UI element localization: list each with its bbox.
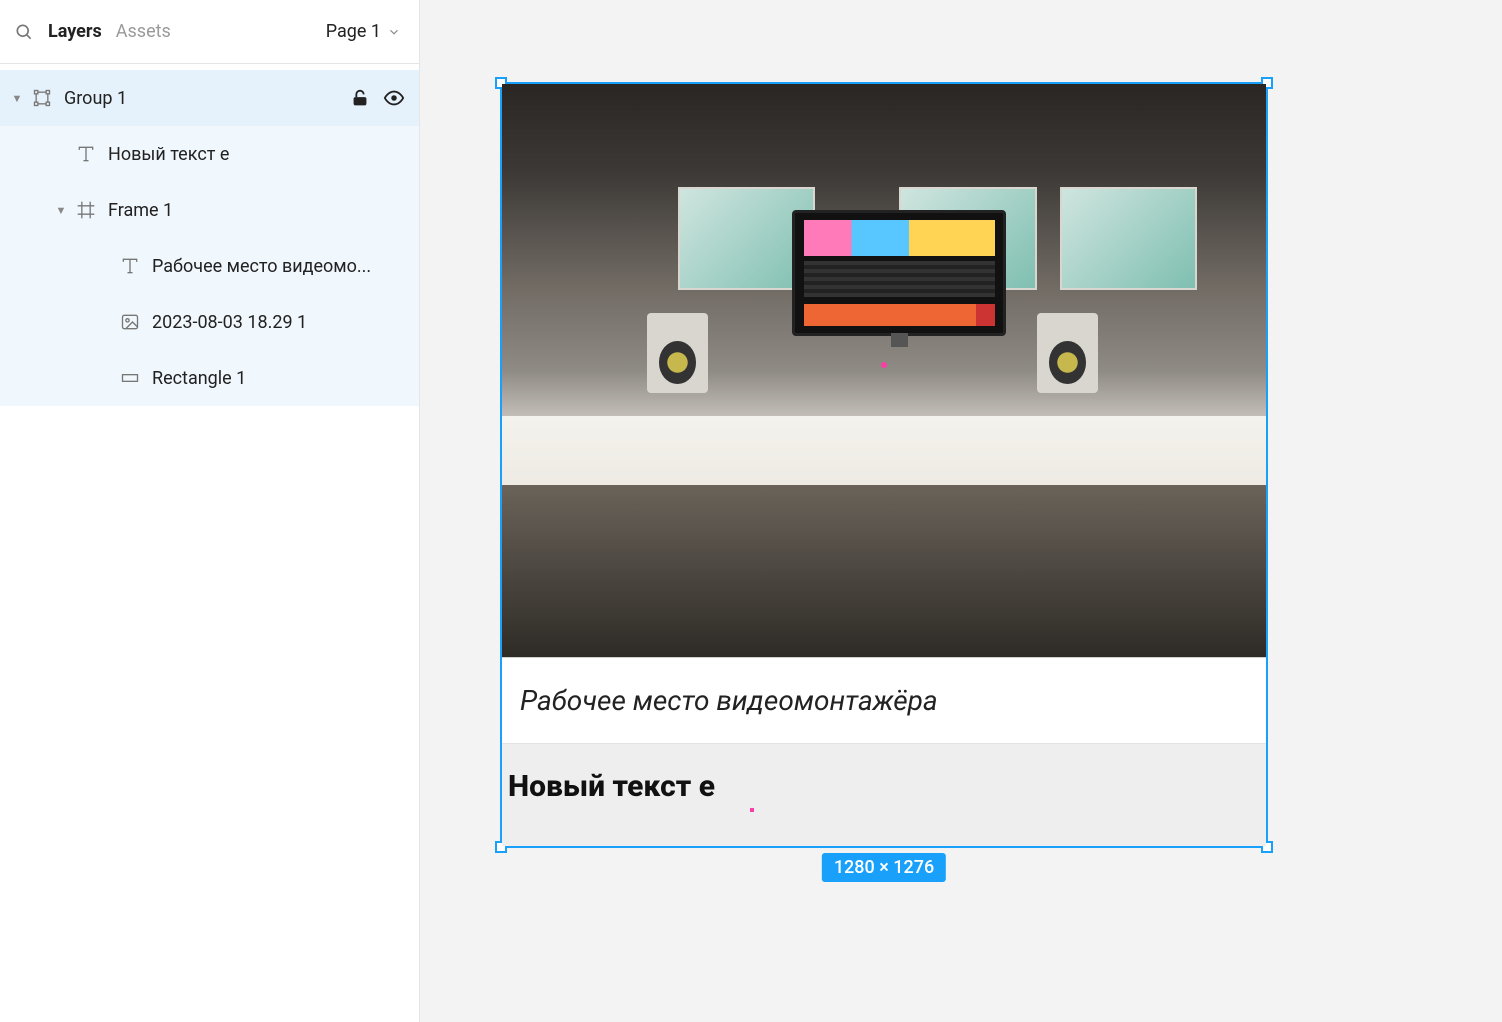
caption-text: Рабочее место видеомонтажёра	[520, 684, 938, 717]
canvas-image[interactable]	[502, 84, 1266, 658]
group-layer-icon	[30, 86, 54, 110]
frame-layer-icon	[74, 198, 98, 222]
layer-label: Рабочее место видеомо...	[152, 256, 405, 277]
chevron-down-icon	[387, 25, 401, 39]
layer-row[interactable]: Новый текст е	[0, 126, 419, 182]
canvas[interactable]: Рабочее место видеомонтажёра Новый текст…	[420, 0, 1502, 1022]
layer-row[interactable]: 2023-08-03 18.29 1	[0, 294, 419, 350]
rect-layer-icon	[118, 366, 142, 390]
search-icon[interactable]	[14, 22, 34, 42]
text-layer-content: Новый текст е	[508, 768, 758, 806]
layer-row[interactable]: ▼ Group 1	[0, 70, 419, 126]
page-selector-label: Page 1	[326, 21, 381, 42]
unlock-icon[interactable]	[349, 87, 371, 109]
selection-frame[interactable]: Рабочее место видеомонтажёра Новый текст…	[500, 82, 1268, 848]
layer-label: Group 1	[64, 88, 349, 109]
text-layer[interactable]: Новый текст е	[502, 744, 1266, 846]
tab-layers[interactable]: Layers	[48, 21, 102, 42]
tab-assets[interactable]: Assets	[116, 21, 171, 42]
caption-bar[interactable]: Рабочее место видеомонтажёра	[502, 658, 1266, 744]
expand-arrow-icon[interactable]: ▼	[54, 204, 68, 217]
page-selector[interactable]: Page 1	[326, 21, 401, 42]
layer-row[interactable]: ▼ Frame 1	[0, 182, 419, 238]
layers-panel: Layers Assets Page 1 ▼ Group 1 Новый текст…	[0, 0, 420, 1022]
visibility-eye-icon[interactable]	[383, 87, 405, 109]
layer-row[interactable]: Rectangle 1	[0, 350, 419, 406]
layer-row-actions	[349, 87, 405, 109]
layer-label: Rectangle 1	[152, 368, 405, 389]
layer-label: Новый текст е	[108, 144, 405, 165]
text-layer-icon	[74, 142, 98, 166]
text-layer-icon	[118, 254, 142, 278]
layer-tree: ▼ Group 1 Новый текст е ▼ Frame 1 Рабочее мес…	[0, 64, 419, 1022]
layer-label: 2023-08-03 18.29 1	[152, 312, 405, 333]
group-content: Рабочее место видеомонтажёра Новый текст…	[502, 84, 1266, 846]
layer-row[interactable]: Рабочее место видеомо...	[0, 238, 419, 294]
expand-arrow-icon[interactable]: ▼	[10, 92, 24, 105]
image-layer-icon	[118, 310, 142, 334]
panel-tabs: Layers Assets Page 1	[0, 0, 419, 64]
selection-dimensions-badge: 1280 × 1276	[822, 853, 946, 882]
anchor-dot-icon	[750, 808, 754, 812]
layer-label: Frame 1	[108, 200, 405, 221]
